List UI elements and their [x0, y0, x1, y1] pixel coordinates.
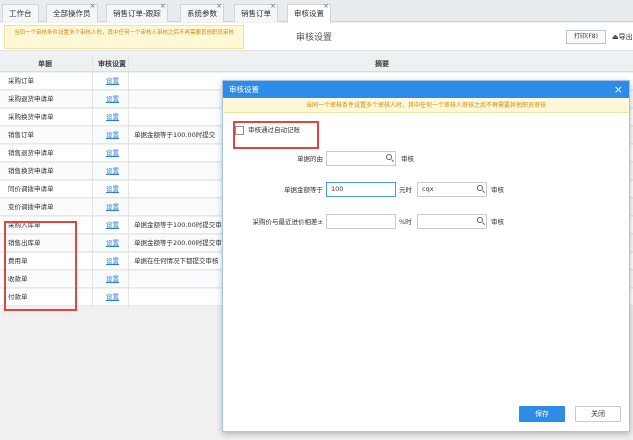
summary-text: 单据在任何情况下都提交审核: [134, 257, 219, 265]
dialog-notice: 当同一个审核条件设置多个审核人时，其中任何一个审核人审核之后不再需要其他职员审核: [223, 99, 629, 113]
close-icon[interactable]: ×: [160, 1, 166, 11]
doc-name: 采购订单: [8, 77, 34, 85]
tab-sales-order-tracking[interactable]: 销售订单-跟踪 ×: [106, 1, 168, 22]
setting-link[interactable]: 设置: [106, 199, 119, 216]
doc-name: 变价调拨申请单: [8, 203, 54, 211]
close-icon[interactable]: ×: [323, 1, 329, 11]
amount-input[interactable]: 100: [326, 182, 396, 197]
setting-link[interactable]: 设置: [106, 271, 119, 288]
search-icon[interactable]: [477, 185, 486, 194]
page-title: 审核设置: [296, 33, 333, 43]
setting-link[interactable]: 设置: [106, 91, 119, 108]
price-suffix: 审核: [491, 218, 504, 226]
doc-name: 销售退货申请单: [8, 149, 54, 157]
close-icon[interactable]: ×: [270, 1, 276, 11]
setting-link[interactable]: 设置: [106, 181, 119, 198]
column-header-doc: 单据: [38, 60, 52, 68]
export-icon: ⏏: [612, 33, 619, 41]
summary-text: 单据金额等于100.00时提交审: [134, 221, 222, 229]
highlight-box: [4, 221, 77, 311]
dialog-header: 审核设置 ×: [223, 81, 629, 98]
origin-suffix: 审核: [401, 155, 414, 163]
column-header-summary: 摘要: [375, 60, 389, 68]
tab-all-operators[interactable]: 全部操作员 ×: [46, 1, 98, 22]
price-diff-unit: %时: [399, 218, 412, 226]
dialog-title: 审核设置: [229, 85, 259, 94]
price-diff-input[interactable]: [326, 214, 396, 229]
highlight-box: [233, 121, 319, 149]
tab-label: 全部操作员: [53, 9, 91, 18]
tab-bar: 工作台 全部操作员 × 销售订单-跟踪 × 系统参数 × 销售订单 × 审核设置 ×: [0, 0, 633, 23]
tab-system-params[interactable]: 系统参数 ×: [180, 1, 224, 22]
tab-audit-settings[interactable]: 审核设置 ×: [287, 1, 331, 23]
setting-link[interactable]: 设置: [106, 73, 119, 90]
save-button[interactable]: 保存: [519, 406, 565, 422]
setting-link[interactable]: 设置: [106, 253, 119, 270]
setting-link[interactable]: 设置: [106, 145, 119, 162]
setting-link[interactable]: 设置: [106, 127, 119, 144]
tab-label: 审核设置: [294, 9, 324, 18]
tab-label: 系统参数: [187, 9, 217, 18]
summary-text: 单据金额等于100.00时提交: [134, 131, 216, 139]
setting-link[interactable]: 设置: [106, 217, 119, 234]
search-icon[interactable]: [386, 154, 395, 163]
setting-link[interactable]: 设置: [106, 289, 119, 306]
table-header: 单据 审核设置 摘要: [0, 56, 633, 72]
close-icon[interactable]: ×: [216, 1, 222, 11]
amount-unit: 元时: [399, 186, 412, 194]
summary-text: 单据金额等于200.00时提交审: [134, 239, 222, 247]
amount-suffix: 审核: [491, 186, 504, 194]
export-button[interactable]: ⏏导出: [612, 30, 633, 44]
doc-name: 采购退货申请单: [8, 95, 54, 103]
close-button[interactable]: 关闭: [575, 406, 621, 422]
column-header-setting: 审核设置: [98, 60, 126, 68]
setting-link[interactable]: 设置: [106, 109, 119, 126]
column-divider: [128, 56, 129, 308]
close-icon[interactable]: ×: [90, 1, 96, 11]
doc-name: 同价调拨申请单: [8, 185, 54, 193]
tab-sales-order[interactable]: 销售订单 ×: [234, 1, 278, 22]
toolbar: 当同一个审核条件设置多个审核人时，其中任何一个审核人审核之后不再需要其他职员审核…: [0, 23, 633, 51]
audit-settings-dialog: 审核设置 × 当同一个审核条件设置多个审核人时，其中任何一个审核人审核之后不再需…: [222, 80, 630, 432]
tab-label: 销售订单: [241, 9, 271, 18]
origin-label: 单据的由: [297, 155, 323, 163]
tab-workbench[interactable]: 工作台: [2, 4, 39, 22]
price-diff-label: 采购价与最近进价相差±: [252, 218, 323, 226]
print-button[interactable]: 打印(F8): [566, 30, 606, 44]
notice-banner: 当同一个审核条件设置多个审核人时，其中任何一个审核人审核之后不再需要其他职员审核: [4, 25, 244, 49]
doc-name: 采购换货申请单: [8, 113, 54, 121]
column-divider: [92, 56, 93, 308]
search-icon[interactable]: [477, 217, 486, 226]
tab-label: 工作台: [9, 9, 32, 18]
close-icon[interactable]: ×: [614, 81, 623, 98]
setting-link[interactable]: 设置: [106, 163, 119, 180]
doc-name: 销售换货申请单: [8, 167, 54, 175]
setting-link[interactable]: 设置: [106, 235, 119, 252]
tab-label: 销售订单-跟踪: [113, 9, 161, 18]
export-label: 导出: [618, 33, 633, 41]
doc-name: 销售订单: [8, 131, 34, 139]
amount-label: 单据金额等于: [284, 186, 323, 194]
